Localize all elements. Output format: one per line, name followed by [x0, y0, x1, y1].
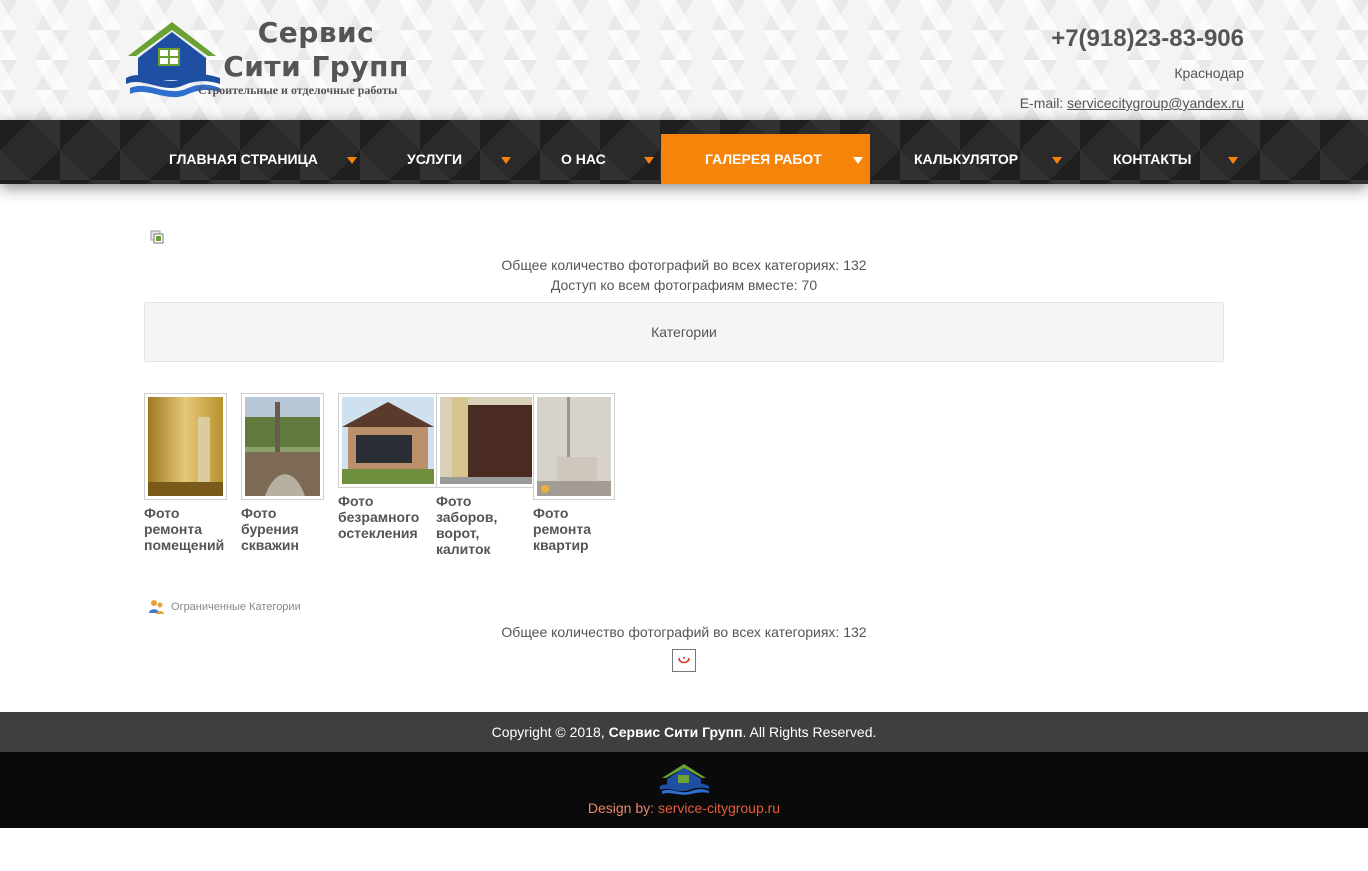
logo-title-line2: Сити Групп: [223, 50, 409, 83]
category-caption[interactable]: Фото ремонта квартир: [533, 505, 627, 553]
caption-line: ворот,: [436, 525, 480, 541]
city-name: Краснодар: [1174, 65, 1244, 81]
nav-item-contacts[interactable]: КОНТАКТЫ: [1090, 134, 1246, 184]
caption-line: скважин: [241, 537, 299, 553]
design-by-link[interactable]: service-citygroup.ru: [658, 800, 780, 816]
nav-item-calculator[interactable]: КАЛЬКУЛЯТОР: [890, 134, 1070, 184]
header-contacts: +7(918)23-83-906 Краснодар E-mail: servi…: [1020, 24, 1244, 112]
house-logo-icon[interactable]: [659, 762, 709, 796]
users-lock-icon: [149, 600, 164, 614]
caption-line: калиток: [436, 541, 491, 557]
caption-line: ремонта: [144, 521, 202, 537]
caption-line: квартир: [533, 537, 589, 553]
total-photos-text: Общее количество фотографий во всех кате…: [501, 257, 867, 273]
design-by: Design by: service-citygroup.ru: [0, 800, 1368, 816]
restricted-categories[interactable]: Ограниченные Категории: [148, 598, 301, 615]
category-thumb-apartments[interactable]: [533, 393, 615, 500]
gallery-icon: [150, 230, 164, 244]
caret-down-icon: [853, 157, 863, 164]
logo-title: Сервис Сити Групп: [216, 16, 416, 84]
total-photos-bottom-text: Общее количество фотографий во всех кате…: [501, 624, 867, 640]
rss-icon[interactable]: [672, 649, 696, 672]
categories-label: Категории: [651, 324, 717, 340]
caret-down-icon: [1228, 157, 1238, 164]
category-image: [245, 397, 320, 496]
nav-item-about[interactable]: О НАС: [540, 134, 660, 184]
category-caption[interactable]: Фото ремонта помещений: [144, 505, 238, 553]
email-label: E-mail:: [1019, 95, 1064, 111]
design-by-label: Design by:: [587, 800, 655, 816]
category-image: [440, 397, 532, 484]
access-all-text: Доступ ко всем фотографиям вместе: 70: [550, 277, 818, 293]
nav-item-label: УСЛУГИ: [407, 151, 463, 167]
caption-line: заборов,: [436, 509, 498, 525]
caret-down-icon: [644, 157, 654, 164]
category-thumb-drilling[interactable]: [241, 393, 324, 500]
nav-item-label: КОНТАКТЫ: [1113, 151, 1192, 167]
category-image: [148, 397, 223, 496]
caption-line: Фото: [144, 505, 180, 521]
category-caption[interactable]: Фото заборов, ворот, калиток: [436, 493, 530, 557]
email-row: E-mail: servicecitygroup@yandex.ru: [1020, 94, 1244, 112]
caption-line: Фото: [338, 493, 374, 509]
caption-line: бурения: [241, 521, 299, 537]
copyright-prefix: Copyright © 2018,: [491, 724, 605, 740]
nav-item-home[interactable]: ГЛАВНАЯ СТРАНИЦА: [145, 134, 365, 184]
feed-glyph-icon: [678, 656, 690, 663]
nav-item-label: ГАЛЕРЕЯ РАБОТ: [705, 151, 822, 167]
logo-title-line1: Сервис: [257, 16, 375, 49]
nav-item-label: ГЛАВНАЯ СТРАНИЦА: [169, 151, 318, 167]
category-caption[interactable]: Фото безрамного остекления: [338, 493, 432, 541]
category-thumb-fences[interactable]: [436, 393, 536, 488]
caption-line: Фото: [436, 493, 472, 509]
nav-item-gallery[interactable]: ГАЛЕРЕЯ РАБОТ: [661, 134, 870, 184]
caption-line: безрамного: [338, 509, 420, 525]
footer-design: Design by: service-citygroup.ru: [0, 752, 1368, 828]
caption-line: ремонта: [533, 521, 591, 537]
categories-header: Категории: [144, 302, 1224, 362]
main-navigation: ГЛАВНАЯ СТРАНИЦА УСЛУГИ О НАС ГАЛЕРЕЯ РА…: [0, 120, 1368, 184]
site-logo[interactable]: Сервис Сити Групп Строительные и отделоч…: [124, 14, 414, 104]
footer-copyright: Copyright © 2018, Сервис Сити Групп . Al…: [0, 712, 1368, 752]
caption-line: помещений: [144, 537, 225, 553]
category-caption[interactable]: Фото бурения скважин: [241, 505, 335, 553]
logo-tagline: Строительные и отделочные работы: [198, 83, 398, 97]
category-image: [342, 397, 434, 484]
caption-line: Фото: [533, 505, 569, 521]
caption-line: Фото: [241, 505, 277, 521]
caret-down-icon: [501, 157, 511, 164]
email-link[interactable]: servicecitygroup@yandex.ru: [1067, 95, 1244, 111]
nav-item-services[interactable]: УСЛУГИ: [385, 134, 521, 184]
site-header: Сервис Сити Групп Строительные и отделоч…: [0, 0, 1368, 120]
company-name: Сервис Сити Групп: [608, 724, 743, 740]
caption-line: остекления: [338, 525, 418, 541]
caret-down-icon: [347, 157, 357, 164]
category-thumb-rooms[interactable]: [144, 393, 227, 500]
nav-item-label: О НАС: [561, 151, 606, 167]
restricted-label: Ограниченные Категории: [171, 600, 301, 613]
nav-item-label: КАЛЬКУЛЯТОР: [914, 151, 1019, 167]
category-image: [537, 397, 611, 496]
caret-down-icon: [1052, 157, 1062, 164]
copyright-suffix: . All Rights Reserved.: [742, 724, 877, 740]
phone-number[interactable]: +7(918)23-83-906: [1020, 24, 1244, 54]
category-thumb-glazing[interactable]: [338, 393, 438, 488]
